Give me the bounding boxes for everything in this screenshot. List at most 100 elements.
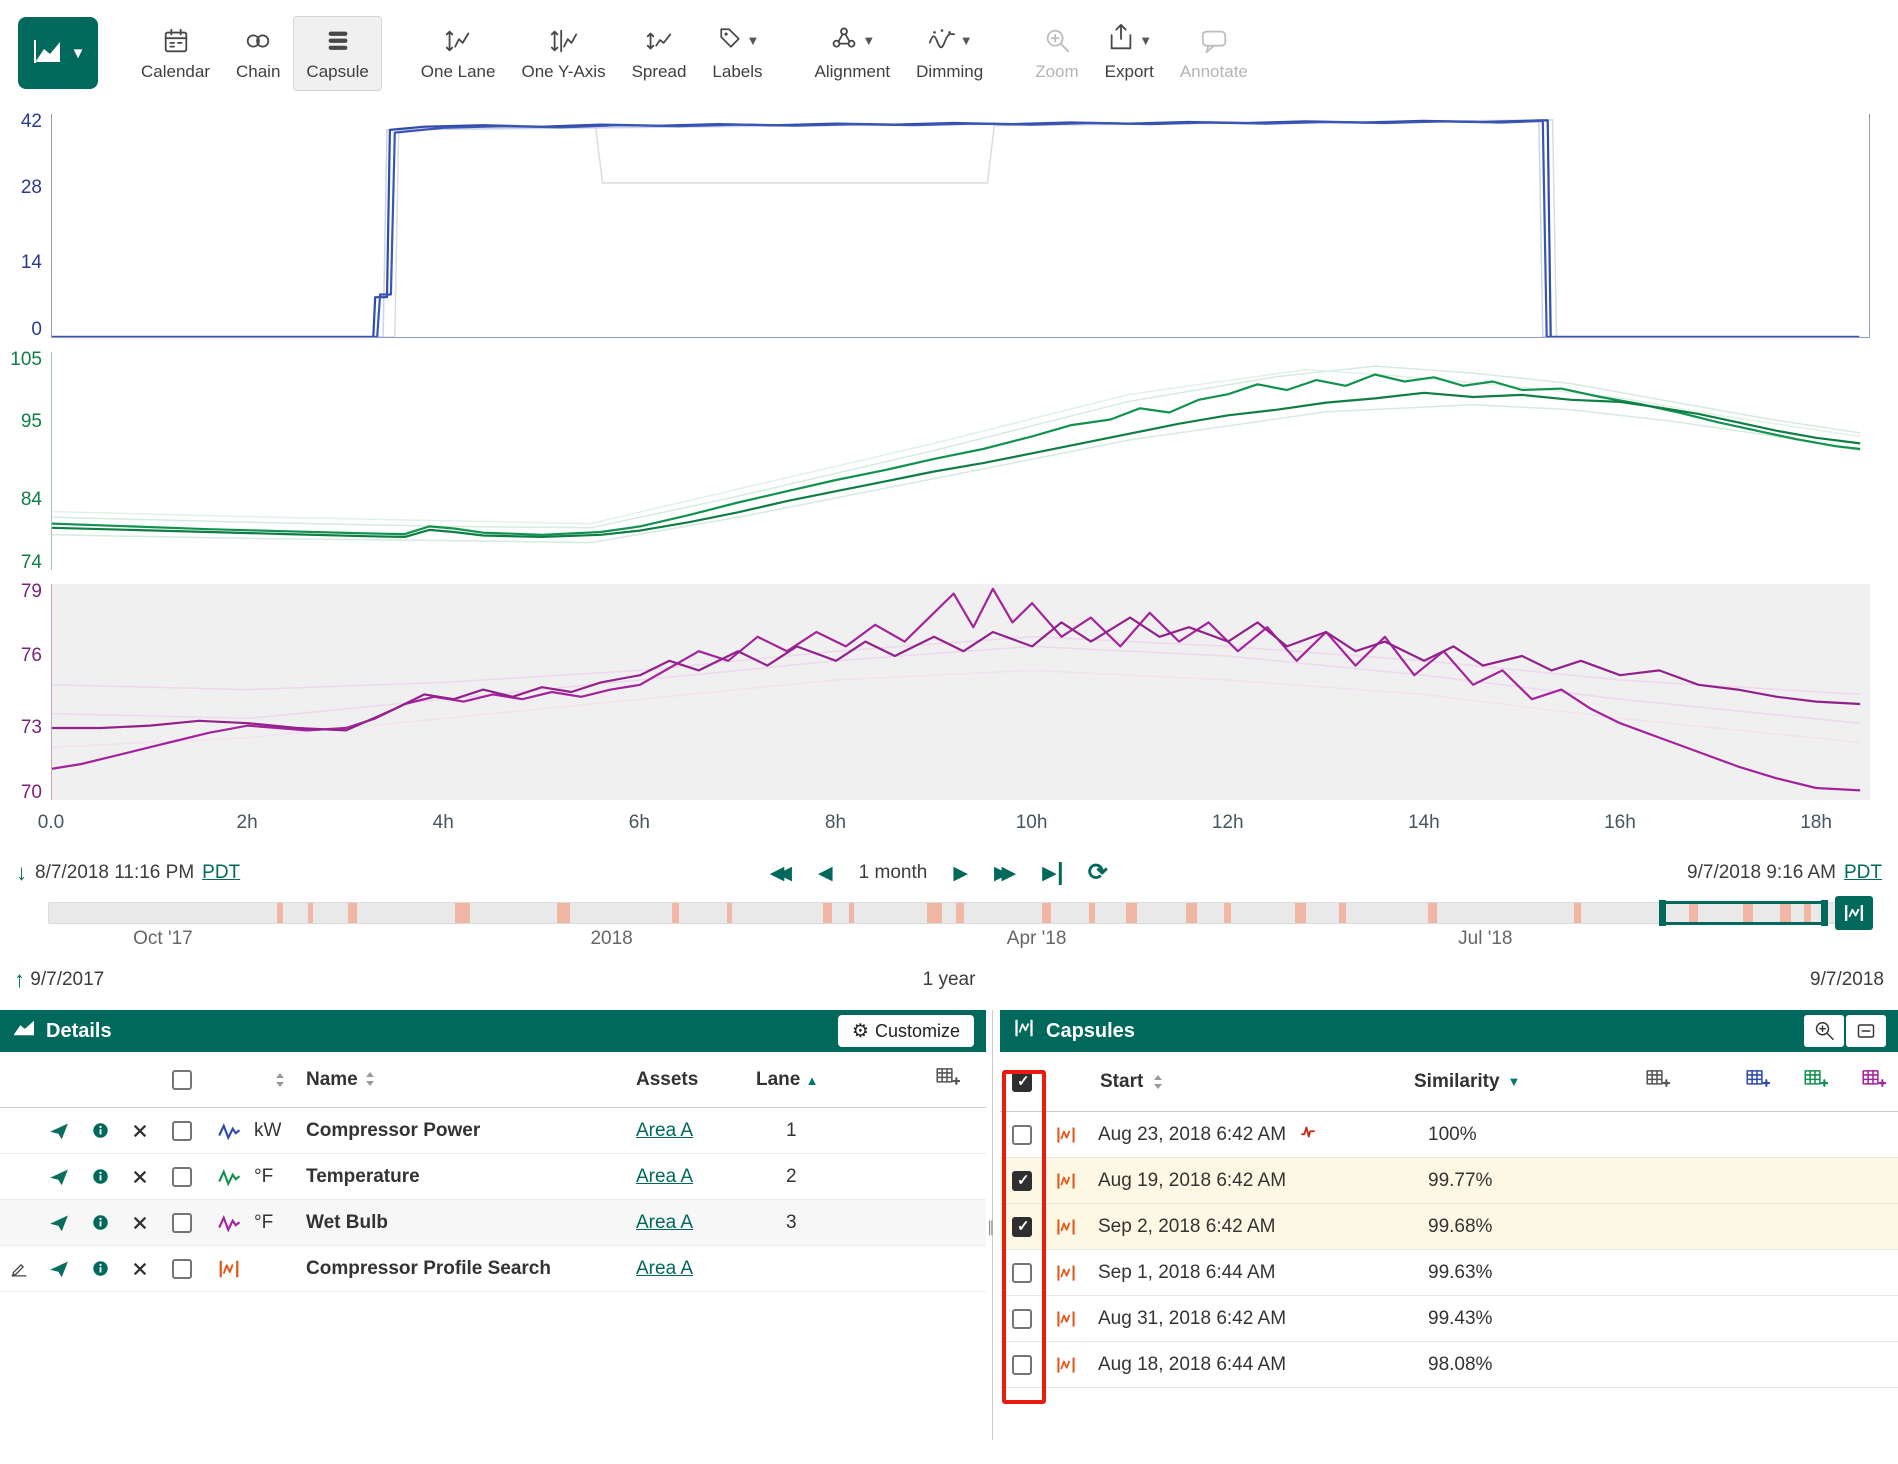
- toolbar-export-button[interactable]: ▼ Export: [1092, 16, 1167, 91]
- toolbar-alignment-button[interactable]: ▼ Alignment: [802, 16, 904, 91]
- toolbar-one-lane-button[interactable]: One Lane: [408, 16, 509, 91]
- signal-name[interactable]: Temperature: [306, 1166, 636, 1188]
- step-forward-half-button[interactable]: ▶: [953, 862, 968, 885]
- toolbar-labels-button[interactable]: ▼ Labels: [699, 16, 775, 91]
- overview-start-arrow-icon: ↑: [14, 967, 25, 993]
- send-icon[interactable]: [38, 1120, 80, 1142]
- y-tick-label: 42: [21, 111, 42, 133]
- capsules-col-similarity[interactable]: Similarity: [1414, 1071, 1500, 1093]
- signal-name[interactable]: Wet Bulb: [306, 1212, 636, 1234]
- capsule-checkbox[interactable]: [1012, 1309, 1032, 1329]
- toolbar-one-y-axis-button[interactable]: One Y-Axis: [508, 16, 618, 91]
- details-col-assets[interactable]: Assets: [636, 1069, 756, 1091]
- capsule-checkbox[interactable]: [1012, 1263, 1032, 1283]
- capsule-checkbox[interactable]: [1012, 1125, 1032, 1145]
- overview-duration[interactable]: 1 year: [923, 969, 976, 991]
- toolbar-zoom-button[interactable]: Zoom: [1022, 16, 1091, 91]
- capsules-collapse-button[interactable]: [1846, 1015, 1886, 1047]
- toolbar-annotate-button[interactable]: Annotate: [1167, 16, 1261, 91]
- toolbar-capsule-button[interactable]: Capsule: [293, 16, 381, 91]
- row-checkbox[interactable]: [172, 1167, 192, 1187]
- details-row-temperature[interactable]: °F Temperature Area A 2: [0, 1154, 986, 1200]
- bottom-panels: Details ⚙ Customize Name Assets Lane ▲: [0, 1010, 1898, 1440]
- refresh-icon[interactable]: ⟳: [1088, 861, 1108, 885]
- trend-view-button[interactable]: ▼: [18, 17, 98, 89]
- step-to-now-button[interactable]: ▶: [1042, 862, 1062, 885]
- details-select-all-checkbox[interactable]: [172, 1070, 192, 1090]
- plot-temperature[interactable]: [51, 352, 1870, 570]
- toolbar-chain-button[interactable]: Chain: [223, 16, 293, 91]
- panel-splitter[interactable]: ∥: [986, 1010, 1000, 1440]
- y-axis-temperature[interactable]: 105958474: [0, 352, 48, 570]
- add-column-wet-bulb-icon[interactable]: [1860, 1066, 1886, 1098]
- step-duration-label[interactable]: 1 month: [859, 862, 928, 884]
- capsules-col-start[interactable]: Start: [1100, 1071, 1143, 1093]
- asset-link[interactable]: Area A: [636, 1166, 693, 1187]
- asset-link[interactable]: Area A: [636, 1258, 693, 1279]
- info-icon[interactable]: [80, 1120, 120, 1141]
- trend-chart[interactable]: 4228140 105958474 79767370 0.02h4h6h8h10…: [0, 106, 1898, 846]
- send-icon[interactable]: [38, 1258, 80, 1280]
- step-back-half-button[interactable]: ◀: [818, 862, 833, 885]
- remove-icon[interactable]: [120, 1215, 160, 1231]
- y-axis-compressor-power[interactable]: 4228140: [0, 114, 48, 338]
- capsule-row[interactable]: Aug 19, 2018 6:42 AM 99.77%: [1000, 1158, 1898, 1204]
- y-tick-label: 84: [21, 489, 42, 511]
- remove-icon[interactable]: [120, 1261, 160, 1277]
- details-row-compressor-profile-search[interactable]: Compressor Profile Search Area A: [0, 1246, 986, 1292]
- toolbar-spread-button[interactable]: Spread: [619, 16, 700, 91]
- asset-link[interactable]: Area A: [636, 1212, 693, 1233]
- overview-capsule-button[interactable]: [1835, 896, 1873, 930]
- capsule-row[interactable]: Aug 23, 2018 6:42 AM 100%: [1000, 1112, 1898, 1158]
- asset-link[interactable]: Area A: [636, 1120, 693, 1141]
- edit-icon[interactable]: [0, 1258, 38, 1280]
- capsules-zoom-button[interactable]: [1804, 1015, 1844, 1047]
- details-col-name[interactable]: Name: [306, 1069, 358, 1090]
- x-axis[interactable]: 0.02h4h6h8h10h12h14h16h18h: [51, 812, 1870, 840]
- sort-icon[interactable]: [1151, 1073, 1165, 1091]
- row-checkbox[interactable]: [172, 1121, 192, 1141]
- customize-button[interactable]: ⚙ Customize: [838, 1015, 974, 1047]
- overview-timeline[interactable]: [48, 902, 1872, 924]
- condition-name[interactable]: Compressor Profile Search: [306, 1258, 636, 1280]
- plot-compressor-power[interactable]: [51, 114, 1870, 338]
- details-col-lane[interactable]: Lane: [756, 1069, 800, 1090]
- capsule-checkbox[interactable]: [1012, 1171, 1032, 1191]
- overview-selected-range[interactable]: [1663, 901, 1823, 925]
- range-start-timezone-link[interactable]: PDT: [202, 862, 240, 884]
- info-icon[interactable]: [80, 1166, 120, 1187]
- capsule-icon: [1044, 1355, 1088, 1375]
- step-back-full-button[interactable]: ◀◀: [770, 862, 792, 885]
- capsule-row[interactable]: Sep 2, 2018 6:42 AM 99.68%: [1000, 1204, 1898, 1250]
- capsule-row[interactable]: Aug 18, 2018 6:44 AM 98.08%: [1000, 1342, 1898, 1388]
- add-column-icon[interactable]: [1644, 1066, 1714, 1098]
- y-tick-label: 73: [21, 717, 42, 739]
- capsules-select-all-checkbox[interactable]: [1012, 1072, 1032, 1092]
- capsule-row[interactable]: Aug 31, 2018 6:42 AM 99.43%: [1000, 1296, 1898, 1342]
- plot-wet-bulb[interactable]: [51, 584, 1870, 800]
- add-column-compressor-power-icon[interactable]: [1744, 1066, 1770, 1098]
- step-forward-full-button[interactable]: ▶▶: [994, 862, 1016, 885]
- y-axis-wet-bulb[interactable]: 79767370: [0, 584, 48, 800]
- capsule-checkbox[interactable]: [1012, 1217, 1032, 1237]
- row-checkbox[interactable]: [172, 1259, 192, 1279]
- info-icon[interactable]: [80, 1212, 120, 1233]
- add-column-icon[interactable]: [934, 1064, 986, 1096]
- capsule-row[interactable]: Sep 1, 2018 6:44 AM 99.63%: [1000, 1250, 1898, 1296]
- range-end-timezone-link[interactable]: PDT: [1844, 862, 1882, 884]
- toolbar-dimming-button[interactable]: ▼ Dimming: [903, 16, 996, 91]
- remove-icon[interactable]: [120, 1169, 160, 1185]
- add-column-temperature-icon[interactable]: [1802, 1066, 1828, 1098]
- signal-name[interactable]: Compressor Power: [306, 1120, 636, 1142]
- row-checkbox[interactable]: [172, 1213, 192, 1233]
- send-icon[interactable]: [38, 1166, 80, 1188]
- details-row-compressor-power[interactable]: kW Compressor Power Area A 1: [0, 1108, 986, 1154]
- details-row-wet-bulb[interactable]: °F Wet Bulb Area A 3: [0, 1200, 986, 1246]
- capsule-checkbox[interactable]: [1012, 1355, 1032, 1375]
- sort-icon[interactable]: [254, 1071, 306, 1089]
- splitter-grip[interactable]: ∥: [987, 1218, 995, 1236]
- toolbar-calendar-button[interactable]: Calendar: [128, 16, 223, 91]
- send-icon[interactable]: [38, 1212, 80, 1234]
- info-icon[interactable]: [80, 1258, 120, 1279]
- remove-icon[interactable]: [120, 1123, 160, 1139]
